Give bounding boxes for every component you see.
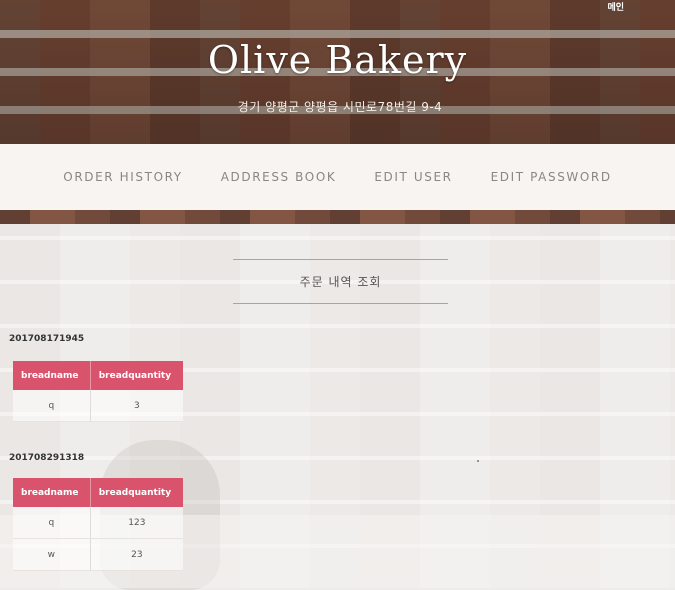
nav-edit-user[interactable]: EDIT USER <box>374 170 452 184</box>
order-table: breadname breadquantity q 3 <box>13 361 183 422</box>
order-table: breadname breadquantity q 123 w 23 <box>13 478 183 571</box>
cell-breadquantity: 3 <box>90 390 183 422</box>
table-header-row: breadname breadquantity <box>13 478 183 507</box>
table-row: q 123 <box>13 507 183 539</box>
table-row: q 3 <box>13 390 183 422</box>
nav-address-book[interactable]: ADDRESS BOOK <box>221 170 337 184</box>
cell-breadname: q <box>13 390 91 422</box>
page-title: 주문 내역 조회 <box>299 275 382 289</box>
column-header-breadquantity: breadquantity <box>90 478 183 507</box>
column-header-breadname: breadname <box>13 361 91 390</box>
table-header-row: breadname breadquantity <box>13 361 183 390</box>
account-nav: ORDER HISTORY ADDRESS BOOK EDIT USER EDI… <box>0 144 675 210</box>
cell-breadquantity: 23 <box>90 538 183 571</box>
main-link[interactable]: 메인 <box>607 0 624 13</box>
table-row: w 23 <box>13 538 183 571</box>
nav-order-history[interactable]: ORDER HISTORY <box>63 170 182 184</box>
brick-divider <box>0 210 675 224</box>
site-address: 경기 양평군 양평읍 시민로78번길 9-4 <box>237 100 443 114</box>
site-title[interactable]: Olive Bakery <box>0 38 675 82</box>
cell-breadquantity: 123 <box>90 507 183 539</box>
column-header-breadquantity: breadquantity <box>90 361 183 390</box>
column-header-breadname: breadname <box>13 478 91 507</box>
order-id: 201708291318 <box>9 453 85 463</box>
decorative-dot <box>477 460 479 462</box>
nav-edit-password[interactable]: EDIT PASSWORD <box>491 170 612 184</box>
order-id: 201708171945 <box>9 334 85 344</box>
section-heading: 주문 내역 조회 <box>233 259 448 304</box>
cell-breadname: w <box>13 538 91 571</box>
cell-breadname: q <box>13 507 91 539</box>
